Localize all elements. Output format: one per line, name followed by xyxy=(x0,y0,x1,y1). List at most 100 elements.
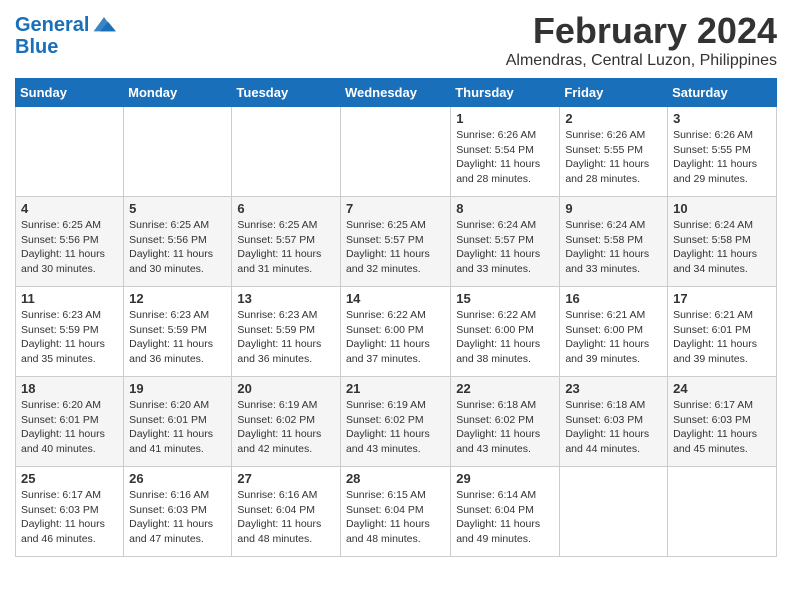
day-number: 2 xyxy=(565,111,662,126)
header: General Blue February 2024 Almendras, Ce… xyxy=(15,10,777,70)
day-info: Sunrise: 6:18 AM Sunset: 6:02 PM Dayligh… xyxy=(456,398,554,457)
calendar-cell: 17 Sunrise: 6:21 AM Sunset: 6:01 PM Dayli… xyxy=(668,287,777,377)
calendar-cell: 13 Sunrise: 6:23 AM Sunset: 5:59 PM Dayli… xyxy=(232,287,341,377)
day-number: 25 xyxy=(21,471,118,486)
calendar-cell: 16 Sunrise: 6:21 AM Sunset: 6:00 PM Dayli… xyxy=(560,287,668,377)
day-number: 8 xyxy=(456,201,554,216)
day-number: 24 xyxy=(673,381,771,396)
day-info: Sunrise: 6:25 AM Sunset: 5:56 PM Dayligh… xyxy=(129,218,226,277)
calendar-cell: 15 Sunrise: 6:22 AM Sunset: 6:00 PM Dayli… xyxy=(451,287,560,377)
calendar-cell: 24 Sunrise: 6:17 AM Sunset: 6:03 PM Dayli… xyxy=(668,377,777,467)
title-area: February 2024 Almendras, Central Luzon, … xyxy=(506,10,777,70)
day-number: 3 xyxy=(673,111,771,126)
logo-icon xyxy=(92,15,116,35)
day-number: 15 xyxy=(456,291,554,306)
day-number: 6 xyxy=(237,201,335,216)
day-number: 22 xyxy=(456,381,554,396)
calendar-cell: 10 Sunrise: 6:24 AM Sunset: 5:58 PM Dayli… xyxy=(668,197,777,287)
day-number: 13 xyxy=(237,291,335,306)
calendar-cell: 1Sunrise: 6:26 AM Sunset: 5:54 PM Daylig… xyxy=(451,107,560,197)
weekday-header-saturday: Saturday xyxy=(668,79,777,107)
calendar-cell: 11 Sunrise: 6:23 AM Sunset: 5:59 PM Dayli… xyxy=(16,287,124,377)
day-number: 7 xyxy=(346,201,445,216)
calendar-cell: 3 Sunrise: 6:26 AM Sunset: 5:55 PM Daylig… xyxy=(668,107,777,197)
calendar-cell: 20 Sunrise: 6:19 AM Sunset: 6:02 PM Dayli… xyxy=(232,377,341,467)
day-info: Sunrise: 6:17 AM Sunset: 6:03 PM Dayligh… xyxy=(673,398,771,457)
day-info: Sunrise: 6:22 AM Sunset: 6:00 PM Dayligh… xyxy=(456,308,554,367)
day-info: Sunrise: 6:20 AM Sunset: 6:01 PM Dayligh… xyxy=(129,398,226,457)
day-info: Sunrise: 6:25 AM Sunset: 5:57 PM Dayligh… xyxy=(237,218,335,277)
day-info: Sunrise: 6:16 AM Sunset: 6:04 PM Dayligh… xyxy=(237,488,335,547)
calendar-cell: 23 Sunrise: 6:18 AM Sunset: 6:03 PM Dayli… xyxy=(560,377,668,467)
calendar-cell: 26 Sunrise: 6:16 AM Sunset: 6:03 PM Dayli… xyxy=(124,467,232,557)
day-info: Sunrise: 6:16 AM Sunset: 6:03 PM Dayligh… xyxy=(129,488,226,547)
day-number: 11 xyxy=(21,291,118,306)
weekday-header-friday: Friday xyxy=(560,79,668,107)
day-number: 10 xyxy=(673,201,771,216)
day-number: 27 xyxy=(237,471,335,486)
calendar-week-5: 25 Sunrise: 6:17 AM Sunset: 6:03 PM Dayli… xyxy=(16,467,777,557)
day-info: Sunrise: 6:23 AM Sunset: 5:59 PM Dayligh… xyxy=(237,308,335,367)
day-number: 16 xyxy=(565,291,662,306)
weekday-header-sunday: Sunday xyxy=(16,79,124,107)
calendar-cell xyxy=(232,107,341,197)
calendar-cell: 4Sunrise: 6:25 AM Sunset: 5:56 PM Daylig… xyxy=(16,197,124,287)
day-info: Sunrise: 6:26 AM Sunset: 5:55 PM Dayligh… xyxy=(673,128,771,187)
day-info: Sunrise: 6:15 AM Sunset: 6:04 PM Dayligh… xyxy=(346,488,445,547)
day-number: 14 xyxy=(346,291,445,306)
day-info: Sunrise: 6:17 AM Sunset: 6:03 PM Dayligh… xyxy=(21,488,118,547)
calendar-cell: 8Sunrise: 6:24 AM Sunset: 5:57 PM Daylig… xyxy=(451,197,560,287)
day-number: 9 xyxy=(565,201,662,216)
day-info: Sunrise: 6:23 AM Sunset: 5:59 PM Dayligh… xyxy=(129,308,226,367)
weekday-header-wednesday: Wednesday xyxy=(340,79,450,107)
weekday-header-tuesday: Tuesday xyxy=(232,79,341,107)
calendar-week-4: 18 Sunrise: 6:20 AM Sunset: 6:01 PM Dayli… xyxy=(16,377,777,467)
day-info: Sunrise: 6:26 AM Sunset: 5:55 PM Dayligh… xyxy=(565,128,662,187)
day-info: Sunrise: 6:14 AM Sunset: 6:04 PM Dayligh… xyxy=(456,488,554,547)
day-info: Sunrise: 6:20 AM Sunset: 6:01 PM Dayligh… xyxy=(21,398,118,457)
weekday-header-thursday: Thursday xyxy=(451,79,560,107)
calendar-cell: 9Sunrise: 6:24 AM Sunset: 5:58 PM Daylig… xyxy=(560,197,668,287)
day-info: Sunrise: 6:23 AM Sunset: 5:59 PM Dayligh… xyxy=(21,308,118,367)
day-number: 20 xyxy=(237,381,335,396)
day-info: Sunrise: 6:18 AM Sunset: 6:03 PM Dayligh… xyxy=(565,398,662,457)
calendar-cell: 29 Sunrise: 6:14 AM Sunset: 6:04 PM Dayli… xyxy=(451,467,560,557)
day-number: 28 xyxy=(346,471,445,486)
calendar: SundayMondayTuesdayWednesdayThursdayFrid… xyxy=(15,78,777,557)
calendar-cell: 22 Sunrise: 6:18 AM Sunset: 6:02 PM Dayli… xyxy=(451,377,560,467)
calendar-week-1: 1Sunrise: 6:26 AM Sunset: 5:54 PM Daylig… xyxy=(16,107,777,197)
calendar-cell xyxy=(668,467,777,557)
calendar-cell: 19 Sunrise: 6:20 AM Sunset: 6:01 PM Dayli… xyxy=(124,377,232,467)
month-title: February 2024 xyxy=(506,10,777,52)
day-number: 18 xyxy=(21,381,118,396)
calendar-week-3: 11 Sunrise: 6:23 AM Sunset: 5:59 PM Dayli… xyxy=(16,287,777,377)
day-number: 29 xyxy=(456,471,554,486)
weekday-header-row: SundayMondayTuesdayWednesdayThursdayFrid… xyxy=(16,79,777,107)
day-info: Sunrise: 6:26 AM Sunset: 5:54 PM Dayligh… xyxy=(456,128,554,187)
calendar-cell xyxy=(16,107,124,197)
day-info: Sunrise: 6:21 AM Sunset: 6:01 PM Dayligh… xyxy=(673,308,771,367)
day-number: 17 xyxy=(673,291,771,306)
day-number: 4 xyxy=(21,201,118,216)
day-number: 21 xyxy=(346,381,445,396)
day-number: 19 xyxy=(129,381,226,396)
calendar-cell: 14 Sunrise: 6:22 AM Sunset: 6:00 PM Dayli… xyxy=(340,287,450,377)
day-info: Sunrise: 6:25 AM Sunset: 5:57 PM Dayligh… xyxy=(346,218,445,277)
day-number: 5 xyxy=(129,201,226,216)
day-info: Sunrise: 6:22 AM Sunset: 6:00 PM Dayligh… xyxy=(346,308,445,367)
calendar-cell: 7 Sunrise: 6:25 AM Sunset: 5:57 PM Daylig… xyxy=(340,197,450,287)
calendar-cell xyxy=(560,467,668,557)
weekday-header-monday: Monday xyxy=(124,79,232,107)
calendar-cell: 5 Sunrise: 6:25 AM Sunset: 5:56 PM Daylig… xyxy=(124,197,232,287)
day-number: 23 xyxy=(565,381,662,396)
calendar-cell: 25 Sunrise: 6:17 AM Sunset: 6:03 PM Dayli… xyxy=(16,467,124,557)
logo-text: General xyxy=(15,14,89,36)
day-info: Sunrise: 6:21 AM Sunset: 6:00 PM Dayligh… xyxy=(565,308,662,367)
day-number: 26 xyxy=(129,471,226,486)
calendar-cell: 6 Sunrise: 6:25 AM Sunset: 5:57 PM Daylig… xyxy=(232,197,341,287)
logo-blue: Blue xyxy=(15,36,116,58)
calendar-cell xyxy=(124,107,232,197)
day-info: Sunrise: 6:19 AM Sunset: 6:02 PM Dayligh… xyxy=(346,398,445,457)
day-info: Sunrise: 6:24 AM Sunset: 5:58 PM Dayligh… xyxy=(673,218,771,277)
day-info: Sunrise: 6:19 AM Sunset: 6:02 PM Dayligh… xyxy=(237,398,335,457)
